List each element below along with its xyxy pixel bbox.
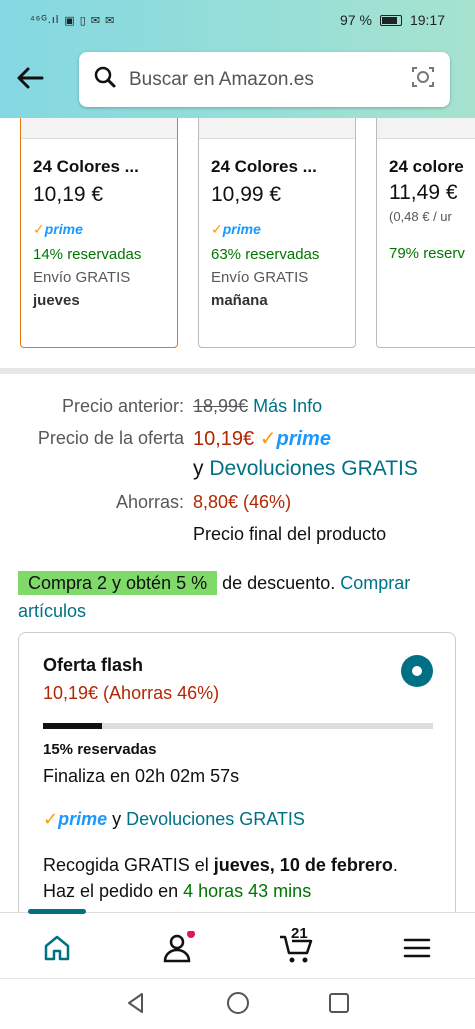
deal-price-row: 10,19€ ✓prime [193,426,331,451]
order-prefix: Haz el pedido en [43,881,179,901]
account-icon[interactable] [160,930,196,965]
reserved-label: 15% reservadas [43,741,157,758]
bottom-navigation: 21 [0,909,475,978]
buy-items-link-2[interactable]: artículos [18,601,86,621]
shipping-text: Envío GRATIS [211,269,309,286]
product-price: 10,99 € [211,183,282,206]
countdown-text: Finaliza en 02h 02m 57s [43,766,240,786]
search-input[interactable]: Buscar en Amazon.es [79,52,450,107]
section-divider [0,368,475,374]
previous-price-row: 18,99€ Más Info [193,396,322,417]
product-card[interactable]: 24 Colores ... 10,99 € ✓prime 63% reserv… [198,118,356,348]
flash-deal-radio[interactable] [401,655,433,687]
battery-percent: 97 % [340,12,372,28]
reserved-progress-bar [43,723,433,729]
menu-icon[interactable] [400,931,436,965]
back-arrow-icon[interactable] [12,60,48,96]
deal-price-label: Precio de la oferta [37,428,184,448]
prime-badge: ✓prime [33,221,83,237]
free-returns-link[interactable]: Devoluciones GRATIS [126,809,305,829]
previous-price-label: Precio anterior: [61,396,184,416]
signal-icon: ⁴⁶ᴳ.ıl [30,14,60,26]
order-countdown: 4 horas 43 mins [183,881,312,901]
product-image [21,118,177,139]
promo-row: Compra 2 y obtén 5 % de descuento. Compr… [18,569,458,625]
final-price-note: Precio final del producto [193,524,387,544]
more-info-link[interactable]: Más Info [253,396,322,416]
product-title: 24 colore [389,157,464,176]
promo-text: de descuento. [222,573,336,593]
returns-prefix: y [193,457,204,480]
product-carousel[interactable]: 24 Colores ... 10,19 € ✓prime 14% reserv… [0,118,475,363]
delivery-day: mañana [211,292,268,309]
shipping-text: Envío GRATIS [33,269,131,286]
reserved-text: 79% reserv [389,245,465,262]
deal-price: 10,19€ [193,428,255,450]
flash-deal-card[interactable]: Oferta flash 10,19€ (Ahorras 46%) 15% re… [18,632,456,932]
search-icon [93,65,117,94]
buy-items-link[interactable]: Comprar [340,573,410,593]
prime-badge: ✓prime [211,221,261,237]
camera-scan-icon[interactable] [410,64,436,95]
home-icon[interactable] [40,931,76,965]
savings-label: Ahorras: [115,492,184,512]
pickup-prefix: Recogida GRATIS el [43,855,209,875]
product-title: 24 Colores ... [211,157,317,176]
product-title: 24 Colores ... [33,157,139,176]
flash-deal-title: Oferta flash [43,655,144,675]
returns-prefix: y [112,809,122,829]
savings-value: 8,80€ (46%) [193,492,292,512]
status-bar: ⁴⁶ᴳ.ıl ▣ ▯ ✉ ✉ 97 % 19:17 [0,0,475,40]
flash-deal-price: 10,19€ (Ahorras 46%) [43,683,220,703]
system-home-icon[interactable] [226,991,250,1020]
prime-check-icon: ✓ [259,428,277,450]
system-back-icon[interactable] [124,991,148,1020]
progress-fill [43,723,102,729]
pickup-row: Recogida GRATIS el jueves, 10 de febrero… [43,855,398,876]
system-navigation-bar [0,978,475,1029]
unit-price: (0,48 € / ur [389,209,452,224]
battery-icon [379,14,402,26]
product-card[interactable]: 24 Colores ... 10,19 € ✓prime 14% reserv… [20,118,178,348]
clock: 19:17 [409,12,445,28]
product-image [199,118,355,139]
pickup-suffix: . [392,855,398,875]
active-tab-indicator [28,909,86,914]
reserved-text: 63% reservadas [211,246,320,263]
previous-price: 18,99€ [193,396,249,416]
app-header: Buscar en Amazon.es [0,40,475,118]
returns-row: y Devoluciones GRATIS [193,457,418,481]
search-placeholder: Buscar en Amazon.es [129,68,314,90]
product-price: 11,49 € [389,181,458,204]
product-image [377,118,475,139]
prime-logo: prime [58,809,108,829]
product-price: 10,19 € [33,183,104,206]
order-row: Haz el pedido en 4 horas 43 mins [43,881,311,902]
prime-logo: prime [276,428,331,450]
delivery-day: jueves [33,292,80,309]
prime-returns-row: ✓prime y Devoluciones GRATIS [43,809,305,830]
reserved-text: 14% reservadas [33,246,142,263]
product-card[interactable]: 24 colore 11,49 € (0,48 € / ur 79% reser… [376,118,475,348]
promo-badge: Compra 2 y obtén 5 % [18,571,218,595]
notification-icons: ▣ ▯ ✉ ✉ [64,14,116,27]
system-recents-icon[interactable] [328,992,350,1019]
prime-check-icon: ✓ [43,809,59,829]
cart-count: 21 [291,925,308,942]
pickup-date: jueves, 10 de febrero [213,855,393,875]
free-returns-link[interactable]: Devoluciones GRATIS [209,457,418,480]
cart-icon[interactable]: 21 [278,925,318,965]
